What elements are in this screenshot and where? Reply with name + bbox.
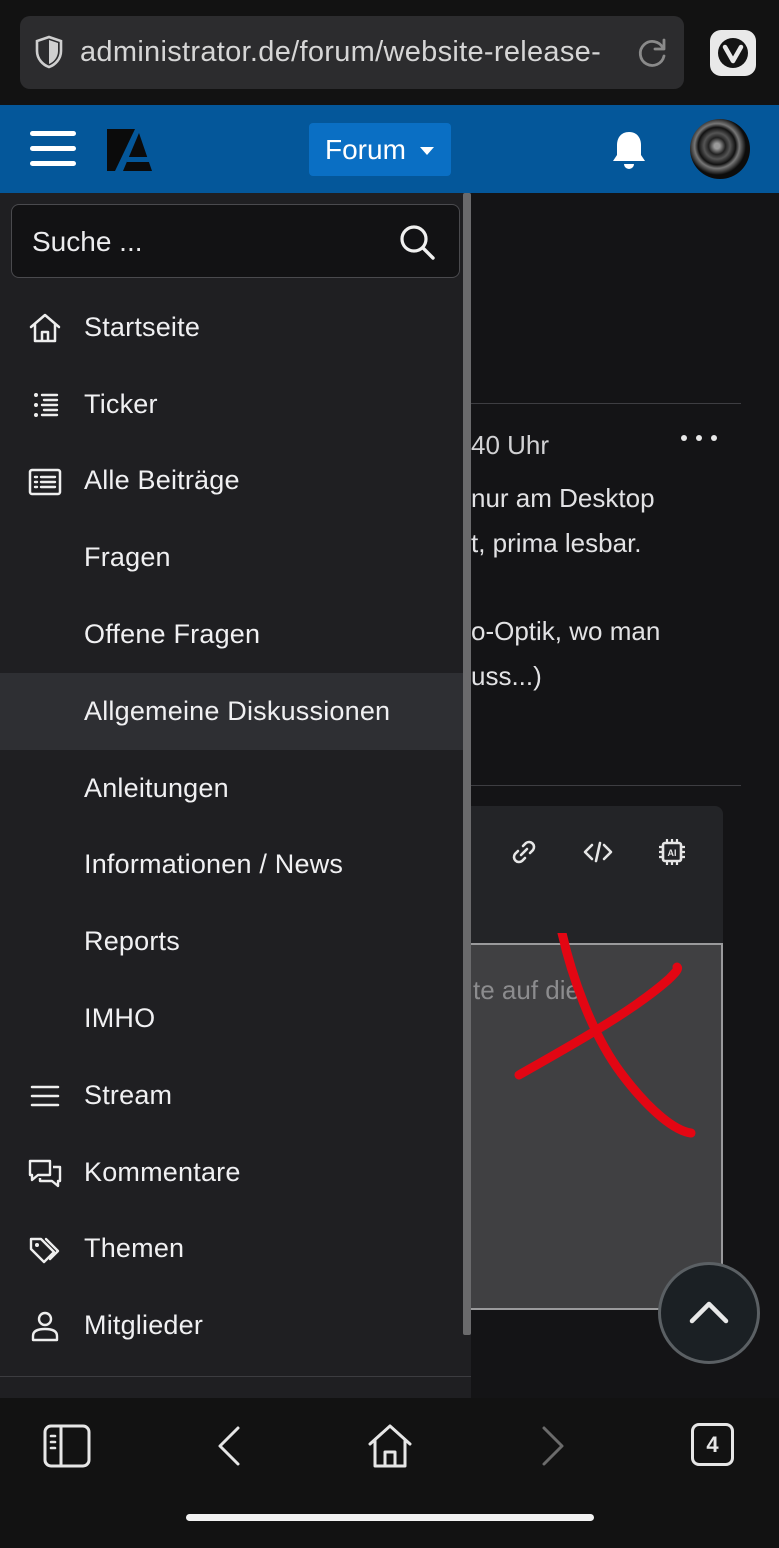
menu-item-label: Mitglieder bbox=[84, 1310, 204, 1341]
comments-icon bbox=[28, 1159, 62, 1187]
panel-icon[interactable] bbox=[43, 1422, 91, 1470]
hamburger-menu-icon[interactable] bbox=[30, 129, 76, 169]
menu-item-label: Startseite bbox=[84, 311, 201, 342]
menu-item-startseite[interactable]: Startseite bbox=[0, 289, 463, 366]
post-time: 40 Uhr bbox=[471, 430, 550, 460]
tags-icon bbox=[29, 1237, 60, 1263]
menu-item-imho[interactable]: IMHO bbox=[0, 980, 463, 1057]
site-security-shield-icon[interactable] bbox=[34, 35, 64, 69]
user-avatar[interactable] bbox=[690, 119, 750, 179]
post-text-line: t, prima lesbar. bbox=[471, 528, 642, 558]
back-icon[interactable] bbox=[206, 1422, 254, 1470]
administrator-logo-icon[interactable] bbox=[105, 127, 153, 173]
forward-icon bbox=[542, 1426, 564, 1466]
tabs-button[interactable]: 4 bbox=[691, 1423, 734, 1466]
editor-toolbar: AI bbox=[471, 806, 723, 943]
menu-item-label: Offene Fragen bbox=[84, 619, 261, 650]
search-input[interactable]: Suche ... bbox=[11, 204, 460, 278]
stream-lines-icon bbox=[30, 1085, 60, 1107]
caret-down-icon bbox=[419, 146, 434, 155]
menu-item-anleitungen[interactable]: Anleitungen bbox=[0, 750, 463, 827]
user-icon bbox=[31, 1312, 59, 1342]
svg-text:AI: AI bbox=[668, 848, 677, 858]
drawer-menu: Startseite Ticker Alle Beiträge Fragen O… bbox=[0, 289, 463, 1364]
menu-item-allgemeine-diskussionen[interactable]: Allgemeine Diskussionen bbox=[0, 672, 463, 750]
ai-chip-icon[interactable]: AI bbox=[656, 836, 688, 868]
red-x-annotation bbox=[514, 933, 696, 1138]
chevron-up-icon bbox=[689, 1301, 729, 1324]
menu-item-label: Themen bbox=[84, 1233, 185, 1264]
code-icon[interactable] bbox=[582, 836, 614, 868]
menu-item-alle-beitraege[interactable]: Alle Beiträge bbox=[0, 443, 463, 520]
menu-item-label: Stream bbox=[84, 1079, 173, 1110]
menu-item-label: IMHO bbox=[84, 1003, 156, 1034]
url-text[interactable]: administrator.de/forum/website-release- bbox=[80, 16, 620, 89]
home-icon[interactable] bbox=[366, 1422, 414, 1470]
home-indicator bbox=[186, 1514, 594, 1521]
menu-item-label: Alle Beiträge bbox=[84, 465, 240, 496]
site-header: Forum bbox=[0, 105, 779, 193]
menu-item-ticker[interactable]: Ticker bbox=[0, 366, 463, 443]
menu-item-mitglieder[interactable]: Mitglieder bbox=[0, 1287, 463, 1364]
more-options-icon[interactable] bbox=[679, 431, 719, 445]
forum-dropdown-button[interactable]: Forum bbox=[309, 123, 451, 176]
drawer-scrollbar[interactable] bbox=[463, 193, 471, 1335]
menu-item-label: Reports bbox=[84, 926, 180, 957]
scroll-to-top-button[interactable] bbox=[658, 1262, 760, 1364]
menu-item-kommentare[interactable]: Kommentare bbox=[0, 1134, 463, 1211]
menu-item-label: Fragen bbox=[84, 542, 171, 573]
browser-bottom-nav: 4 bbox=[0, 1398, 779, 1548]
post-text-line: uss...) bbox=[471, 661, 542, 691]
link-icon[interactable] bbox=[508, 836, 540, 868]
content-divider bbox=[471, 403, 741, 404]
forum-button-label: Forum bbox=[325, 133, 406, 165]
article-content: 40 Uhr nur am Desktop t, prima lesbar. o… bbox=[471, 193, 779, 1398]
menu-item-label: Informationen / News bbox=[84, 849, 344, 880]
menu-item-label: Kommentare bbox=[84, 1156, 241, 1187]
menu-item-label: Anleitungen bbox=[84, 772, 229, 803]
menu-item-fragen[interactable]: Fragen bbox=[0, 519, 463, 596]
notification-bell-icon[interactable] bbox=[610, 129, 648, 171]
post-text-line: o-Optik, wo man bbox=[471, 616, 661, 646]
browser-top-bar: administrator.de/forum/website-release- bbox=[0, 0, 779, 105]
menu-item-stream[interactable]: Stream bbox=[0, 1057, 463, 1134]
menu-item-label: Ticker bbox=[84, 388, 158, 419]
content-divider bbox=[471, 785, 741, 786]
menu-item-reports[interactable]: Reports bbox=[0, 903, 463, 980]
home-icon bbox=[29, 313, 61, 343]
ticker-list-icon bbox=[34, 392, 59, 417]
drawer-divider bbox=[0, 1376, 471, 1377]
search-icon[interactable] bbox=[397, 222, 437, 262]
address-bar[interactable]: administrator.de/forum/website-release- bbox=[20, 16, 684, 89]
menu-item-label: Allgemeine Diskussionen bbox=[84, 695, 391, 726]
vivaldi-menu-icon[interactable] bbox=[710, 30, 756, 76]
navigation-drawer: Suche ... Startseite Ticker Alle Beiträg… bbox=[0, 193, 471, 1398]
search-placeholder: Suche ... bbox=[32, 226, 143, 257]
menu-item-informationen-news[interactable]: Informationen / News bbox=[0, 827, 463, 904]
reload-icon[interactable] bbox=[636, 36, 670, 70]
post-text-line: nur am Desktop bbox=[471, 483, 655, 513]
list-box-icon bbox=[28, 468, 62, 495]
comment-editor[interactable]: te auf die bbox=[471, 933, 723, 1310]
menu-item-themen[interactable]: Themen bbox=[0, 1211, 463, 1288]
menu-item-offene-fragen[interactable]: Offene Fragen bbox=[0, 596, 463, 673]
